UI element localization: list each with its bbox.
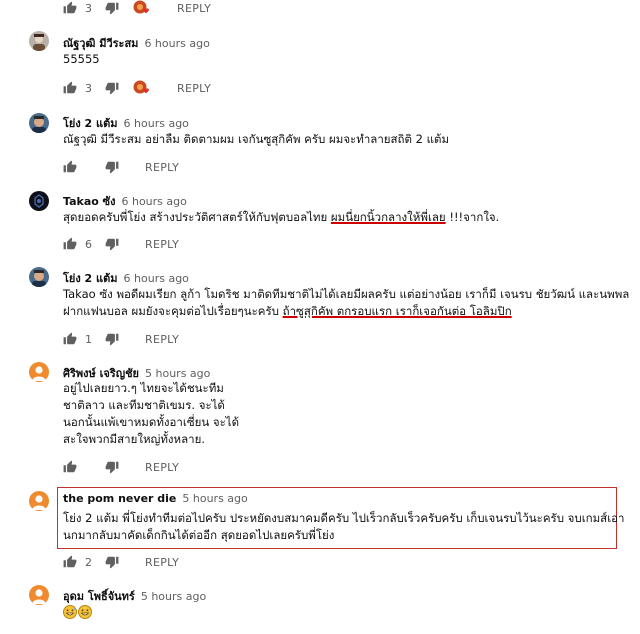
comment-time[interactable]: 5 hours ago xyxy=(145,367,210,380)
thumbs-down-icon[interactable] xyxy=(105,1,119,15)
comment-text-tail: !!!จากใจ. xyxy=(445,210,500,224)
thumbs-up-icon[interactable] xyxy=(63,1,77,15)
comment-text-underlined: ผมนี่ยกนิ้วกลางให้พี่เลย xyxy=(330,210,446,224)
reply-button[interactable]: REPLY xyxy=(177,82,211,95)
thumbs-up-icon[interactable] xyxy=(63,81,77,95)
comment-text-underlined: ถ้าซูสุกิคัพ ตกรอบแรก เราก็เจอกันต่อ โอล… xyxy=(282,304,512,318)
like-count: 1 xyxy=(85,332,92,346)
thumbs-down-icon[interactable] xyxy=(105,555,119,569)
comment-author[interactable]: อุดม โพธิ์จันทร์ xyxy=(63,590,135,603)
grinning-face-with-sweat-icon xyxy=(78,604,92,619)
comment-actions: 3 REPLY xyxy=(63,0,211,16)
reply-button[interactable]: REPLY xyxy=(145,556,179,569)
grinning-face-with-sweat-icon xyxy=(63,604,77,619)
thumbs-up-icon[interactable] xyxy=(63,160,77,174)
thumbs-down-icon[interactable] xyxy=(105,237,119,251)
comment-text-plain: ฝากแฟนบอล ผมยังจะคุมต่อไปเรื่อยๆนะครับ xyxy=(63,304,283,318)
comment-text: ฝากแฟนบอล ผมยังจะคุมต่อไปเรื่อยๆนะครับ ถ… xyxy=(63,303,512,320)
comment-text: นอกนั้นแพ้เขาหมดทั้งอาเซี่ยน จะได้ xyxy=(63,415,240,429)
avatar[interactable] xyxy=(29,267,49,287)
thumbs-up-icon[interactable] xyxy=(63,460,77,474)
comment-author[interactable]: ศิริพงษ์ เจริญชัย xyxy=(63,367,139,380)
comment-author[interactable]: โย่ง 2 แต้ม xyxy=(63,272,118,285)
thumbs-down-icon[interactable] xyxy=(105,332,119,346)
comment-time[interactable]: 6 hours ago xyxy=(124,272,189,285)
comment-text-plain: สุดยอดครับพี่โย่ง สร้างประวัติศาสตร์ให้ก… xyxy=(63,210,331,224)
comment-actions: 2 REPLY xyxy=(63,554,179,570)
thumbs-up-icon[interactable] xyxy=(63,555,77,569)
comment-author[interactable]: Takao ซัง xyxy=(63,195,115,208)
comment-actions: 1 REPLY xyxy=(63,331,179,347)
comment-text: สุดยอดครับพี่โย่ง สร้างประวัติศาสตร์ให้ก… xyxy=(63,209,499,226)
comment-text: ชาติลาว และทีมชาติเขมร. จะได้ xyxy=(63,398,225,412)
comment-time[interactable]: 5 hours ago xyxy=(182,492,247,505)
comment-actions: REPLY xyxy=(63,459,179,475)
avatar[interactable] xyxy=(29,31,49,51)
thumbs-up-icon[interactable] xyxy=(63,237,77,251)
reply-button[interactable]: REPLY xyxy=(145,333,179,346)
reply-button[interactable]: REPLY xyxy=(177,2,211,15)
comment-actions: 3 REPLY xyxy=(63,80,211,96)
comment-actions: REPLY xyxy=(63,159,179,175)
comment-text: ณัฐวุฒิ มีวีระสม อย่าลืม ติดตามผม เจกันซ… xyxy=(63,132,450,146)
like-count: 3 xyxy=(85,1,92,15)
reply-button[interactable]: REPLY xyxy=(145,461,179,474)
avatar[interactable] xyxy=(29,191,49,211)
reply-button[interactable]: REPLY xyxy=(145,161,179,174)
comment-time[interactable]: 6 hours ago xyxy=(124,117,189,130)
like-count: 6 xyxy=(85,237,92,251)
comment-actions: 6 REPLY xyxy=(63,236,179,252)
avatar[interactable] xyxy=(29,585,49,605)
thumbs-down-icon[interactable] xyxy=(105,160,119,174)
comment-author[interactable]: ณัฐวุฒิ มีวีระสม xyxy=(63,37,138,50)
comment-time[interactable]: 5 hours ago xyxy=(141,590,206,603)
comment-text: สะใจพวกมีสายใหญ่ทั้งหลาย. xyxy=(63,432,206,446)
creator-heart-icon xyxy=(133,80,151,96)
like-count: 3 xyxy=(85,81,92,95)
creator-heart-icon xyxy=(133,0,151,16)
comment-time[interactable]: 6 hours ago xyxy=(121,195,186,208)
thumbs-down-icon[interactable] xyxy=(105,81,119,95)
comment-text: อยู่ไปเลยยาว.ๆ ไทยจะได้ชนะทีม xyxy=(63,381,224,395)
thumbs-down-icon[interactable] xyxy=(105,460,119,474)
comment-text: 55555 xyxy=(63,52,100,66)
reply-button[interactable]: REPLY xyxy=(145,238,179,251)
comment-author[interactable]: the pom never die xyxy=(63,492,176,505)
avatar[interactable] xyxy=(29,113,49,133)
comment-text: Takao ซัง พอดีผมเรียก ลูก้า โมดริช มาติด… xyxy=(63,287,630,301)
thumbs-up-icon[interactable] xyxy=(63,332,77,346)
comment-time[interactable]: 6 hours ago xyxy=(144,37,209,50)
avatar[interactable] xyxy=(29,491,49,511)
comment-text: โย่ง 2 แต้ม พี่โย่งทำทีมต่อไปครับ ประหยั… xyxy=(63,511,625,525)
avatar[interactable] xyxy=(29,362,49,382)
like-count: 2 xyxy=(85,555,92,569)
comment-author[interactable]: โย่ง 2 แต้ม xyxy=(63,117,118,130)
comment-text: นกมากลับมาคัดเด็กกินได้ต่ออีก สุดยอดไปเล… xyxy=(63,528,335,542)
comment-text xyxy=(63,603,93,620)
